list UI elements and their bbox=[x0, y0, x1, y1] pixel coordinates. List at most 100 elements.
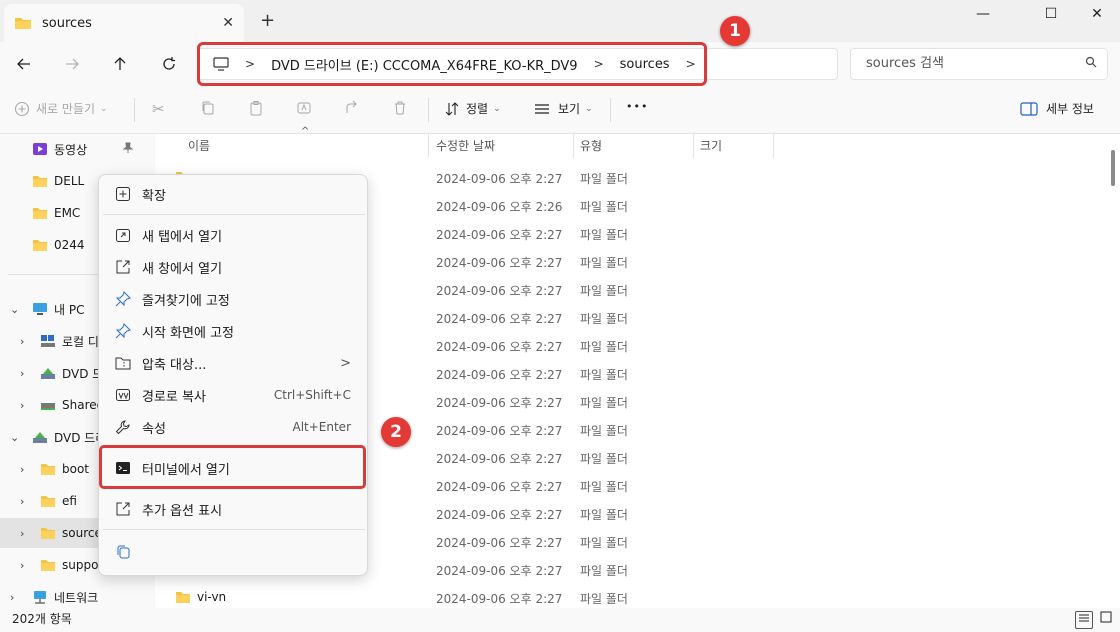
column-header-type[interactable]: 유형 bbox=[580, 134, 602, 158]
menu-item-pin-favorites[interactable]: 즐겨찾기에 고정 bbox=[99, 284, 367, 314]
file-type: 파일 폴더 bbox=[580, 536, 628, 550]
menu-item-label: 압축 대상... bbox=[142, 357, 207, 373]
menu-item-expand[interactable]: 확장 bbox=[99, 179, 367, 209]
file-date: 2024-09-06 오후 2:27 bbox=[436, 480, 563, 494]
menu-item-pin-start[interactable]: 시작 화면에 고정 bbox=[99, 316, 367, 346]
file-type: 파일 폴더 bbox=[580, 312, 628, 326]
sort-icon bbox=[445, 101, 459, 116]
new-button[interactable]: 새로 만들기 ⌄ bbox=[14, 100, 108, 117]
file-name: vi-vn bbox=[197, 590, 227, 604]
arrow-right-icon bbox=[66, 58, 79, 70]
tiles-view-button[interactable] bbox=[1097, 611, 1115, 629]
computer-icon bbox=[33, 303, 47, 315]
sidebar-item-label: EMC bbox=[54, 206, 81, 220]
menu-item-show-more-options[interactable]: 추가 옵션 표시 bbox=[99, 494, 367, 524]
menu-item-copy-path[interactable]: 경로로 복사 Ctrl+Shift+C bbox=[99, 380, 367, 410]
sort-button[interactable]: 정렬 ⌄ bbox=[444, 100, 501, 117]
file-type: 파일 폴더 bbox=[580, 424, 628, 438]
file-type: 파일 폴더 bbox=[580, 564, 628, 578]
file-date: 2024-09-06 오후 2:26 bbox=[436, 200, 563, 214]
file-type: 파일 폴더 bbox=[580, 452, 628, 466]
chevron-down-icon[interactable]: ⌄ bbox=[10, 431, 19, 444]
forward-button[interactable] bbox=[60, 52, 84, 76]
folder-icon bbox=[15, 18, 31, 29]
chevron-down-icon[interactable]: ⌄ bbox=[10, 303, 19, 316]
menu-item-label: 추가 옵션 표시 bbox=[142, 503, 223, 519]
new-tab-button[interactable]: + bbox=[260, 10, 275, 31]
file-date: 2024-09-06 오후 2:27 bbox=[436, 368, 563, 382]
chevron-right-icon[interactable]: › bbox=[20, 559, 24, 572]
more-options-button[interactable]: ••• bbox=[626, 100, 648, 113]
chevron-down-icon: ⌄ bbox=[100, 103, 108, 114]
menu-item-label: 확장 bbox=[142, 188, 166, 204]
copy-button[interactable] bbox=[200, 100, 216, 116]
table-row[interactable]: vi-vn 2024-09-06 오후 2:27 파일 폴더 bbox=[155, 583, 1105, 611]
tab-sources[interactable]: sources ✕ bbox=[4, 4, 244, 42]
refresh-button[interactable] bbox=[157, 52, 181, 76]
details-view-icon bbox=[1079, 614, 1089, 622]
file-type: 파일 폴더 bbox=[580, 396, 628, 410]
column-header-name[interactable]: 이름 bbox=[188, 134, 210, 158]
close-window-button[interactable]: ✕ bbox=[1074, 4, 1120, 24]
column-header-size[interactable]: 크기 bbox=[700, 134, 722, 158]
file-type: 파일 폴더 bbox=[580, 480, 628, 494]
chevron-right-icon[interactable]: › bbox=[20, 367, 24, 380]
terminal-highlight-box bbox=[99, 445, 366, 489]
paste-button[interactable] bbox=[248, 100, 264, 116]
file-date: 2024-09-06 오후 2:27 bbox=[436, 172, 563, 186]
tiles-view-icon bbox=[1100, 611, 1112, 623]
cut-button[interactable]: ✂ bbox=[152, 100, 165, 118]
search-icon bbox=[1085, 49, 1097, 79]
sort-arrow-icon: ^ bbox=[301, 126, 310, 137]
sort-label: 정렬 bbox=[466, 102, 489, 116]
menu-divider bbox=[103, 529, 365, 530]
sidebar-item-network[interactable]: › 네트워크 bbox=[0, 582, 155, 608]
file-type: 파일 폴더 bbox=[580, 340, 628, 354]
menu-item-open-new-tab[interactable]: 새 탭에서 열기 bbox=[99, 220, 367, 250]
up-button[interactable] bbox=[108, 52, 132, 76]
delete-button[interactable] bbox=[392, 100, 408, 116]
folder-icon bbox=[176, 592, 190, 603]
chevron-right-icon[interactable]: › bbox=[20, 463, 24, 476]
chevron-right-icon[interactable]: › bbox=[20, 399, 24, 412]
menu-item-properties[interactable]: 속성 Alt+Enter bbox=[99, 412, 367, 442]
annotation-badge-1: 1 bbox=[720, 16, 750, 46]
menu-divider bbox=[103, 214, 365, 215]
menu-item-shortcut: Ctrl+Shift+C bbox=[273, 388, 351, 402]
details-label: 세부 정보 bbox=[1046, 102, 1094, 116]
column-header-date[interactable]: 수정한 날짜 bbox=[436, 134, 495, 158]
vertical-scrollbar[interactable] bbox=[1111, 150, 1115, 186]
column-divider[interactable] bbox=[773, 134, 774, 158]
minimize-button[interactable]: — bbox=[960, 4, 1006, 24]
rename-button[interactable] bbox=[296, 100, 312, 116]
column-divider[interactable] bbox=[573, 134, 574, 158]
folder-icon bbox=[41, 560, 55, 571]
sidebar-item-videos[interactable]: 동영상 bbox=[0, 134, 155, 164]
address-highlight-box bbox=[197, 42, 707, 86]
chevron-right-icon[interactable]: › bbox=[10, 591, 14, 604]
menu-item-copy[interactable] bbox=[99, 537, 367, 567]
copy-path-icon bbox=[116, 389, 130, 401]
view-button[interactable]: 보기 ⌄ bbox=[534, 100, 593, 117]
chevron-right-icon[interactable]: › bbox=[20, 335, 24, 348]
file-date: 2024-09-06 오후 2:27 bbox=[436, 564, 563, 578]
details-view-button[interactable] bbox=[1075, 611, 1093, 629]
tab-close-button[interactable]: ✕ bbox=[222, 15, 234, 31]
toolbar-divider bbox=[134, 98, 135, 122]
share-button[interactable] bbox=[344, 100, 360, 116]
search-input[interactable]: sources 검색 bbox=[850, 48, 1108, 80]
sidebar-item-label: boot bbox=[62, 462, 90, 476]
column-divider[interactable] bbox=[693, 134, 694, 158]
back-button[interactable] bbox=[12, 52, 36, 76]
details-pane-button[interactable]: 세부 정보 bbox=[1020, 100, 1094, 117]
file-date: 2024-09-06 오후 2:27 bbox=[436, 256, 563, 270]
maximize-button[interactable]: ☐ bbox=[1028, 4, 1074, 24]
network-icon bbox=[34, 591, 46, 604]
column-divider[interactable] bbox=[428, 134, 429, 158]
video-icon bbox=[33, 143, 47, 155]
menu-item-open-new-window[interactable]: 새 창에서 열기 bbox=[99, 252, 367, 282]
chevron-right-icon[interactable]: › bbox=[20, 495, 24, 508]
chevron-right-icon[interactable]: › bbox=[20, 527, 24, 540]
file-date: 2024-09-06 오후 2:27 bbox=[436, 424, 563, 438]
menu-item-compress-to[interactable]: 압축 대상... > bbox=[99, 348, 367, 378]
